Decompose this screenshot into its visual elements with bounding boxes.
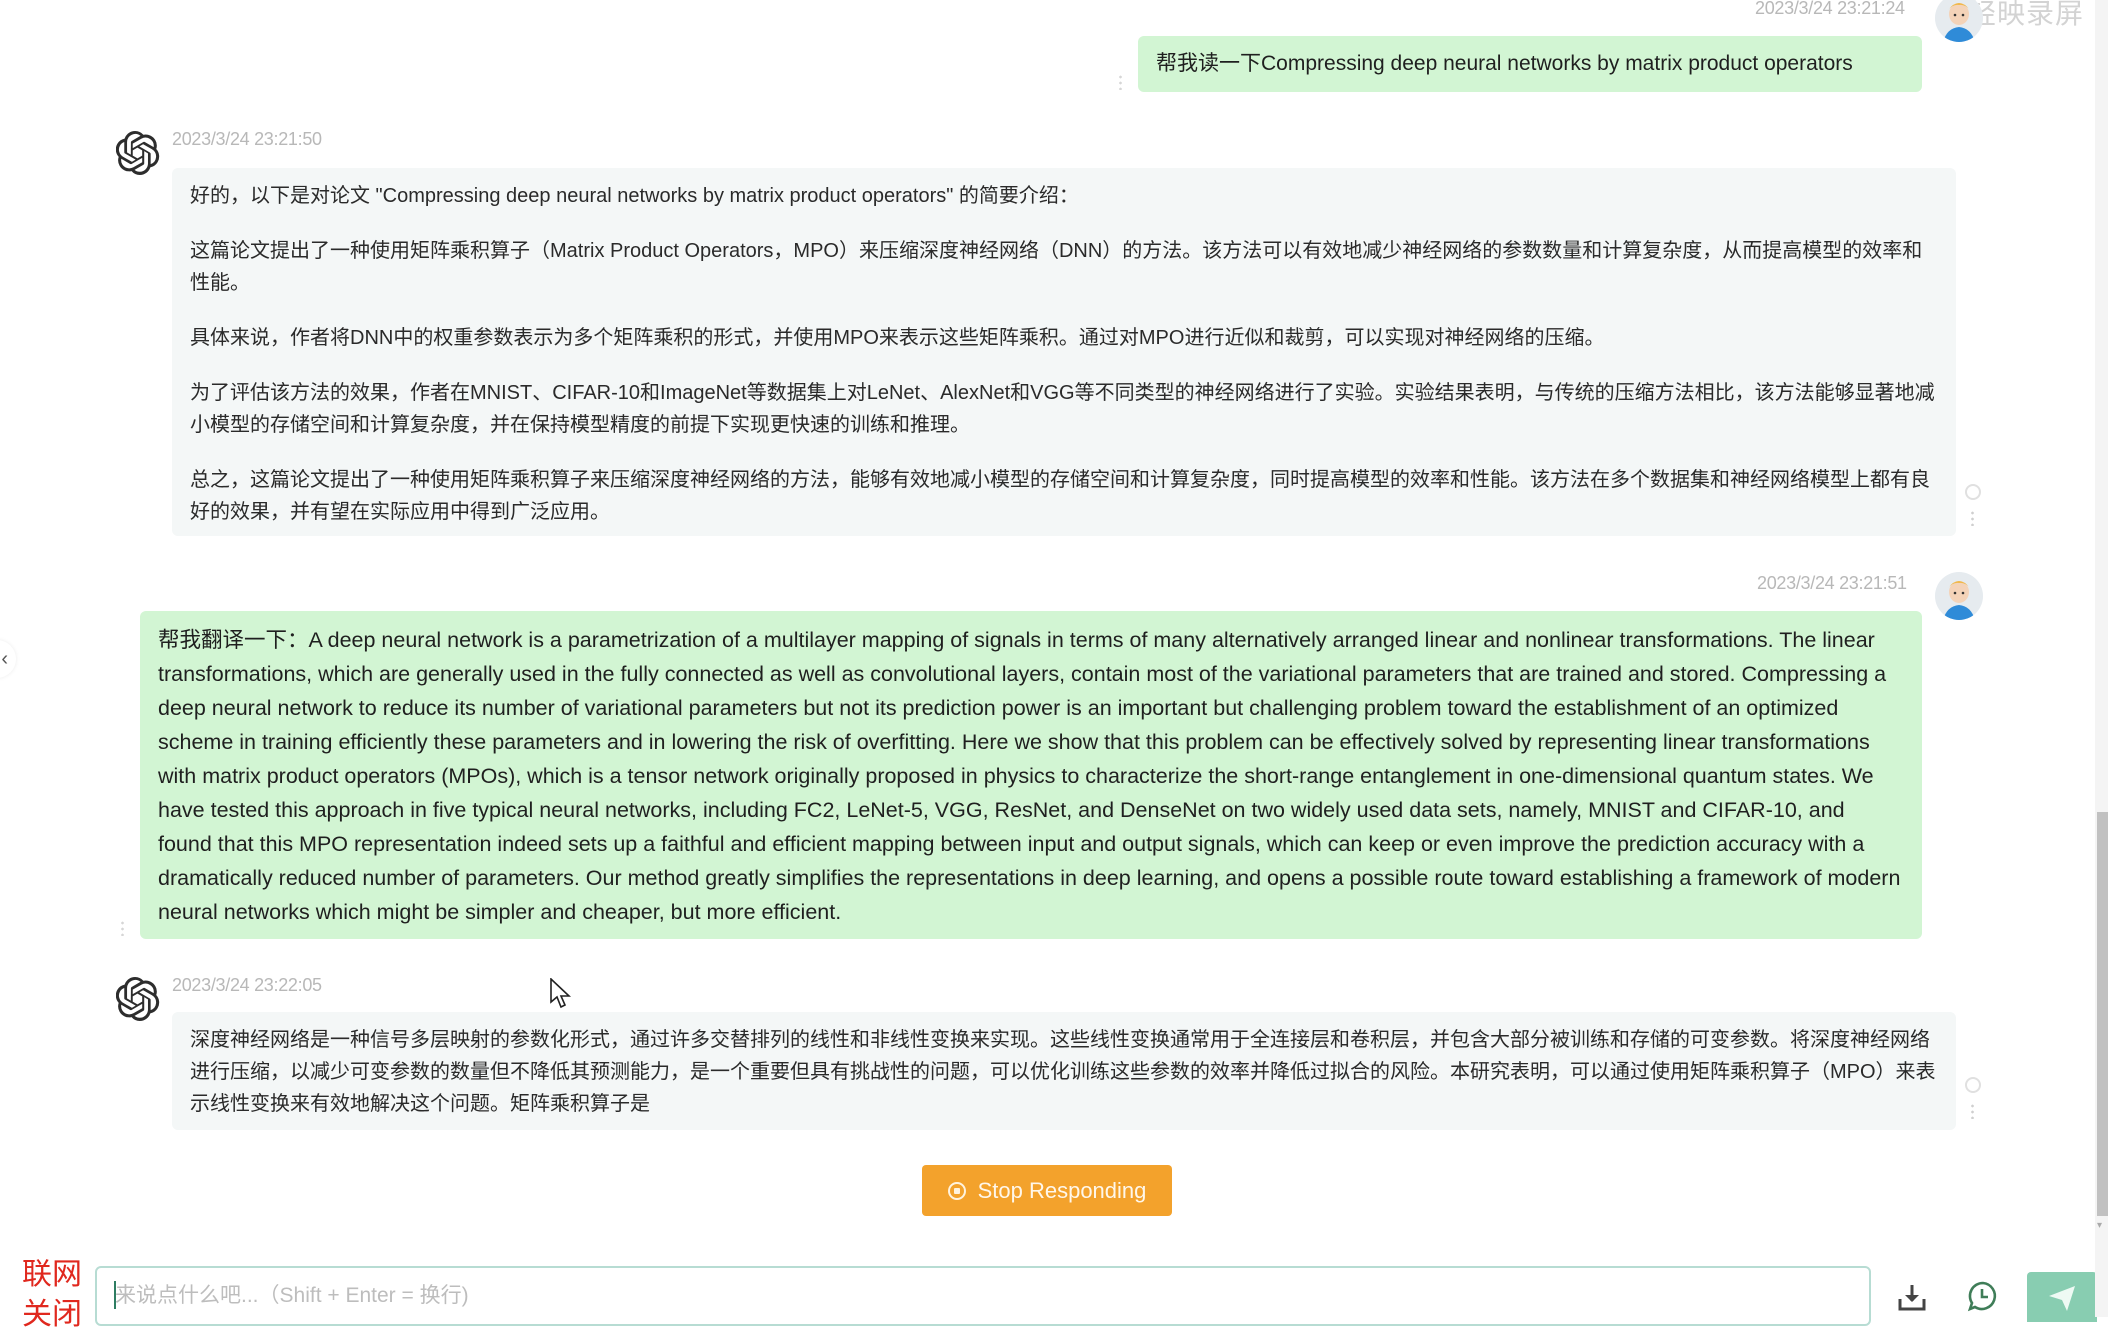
user-message-text: 帮我翻译一下：A deep neural network is a parame… — [158, 628, 1901, 924]
user-message-bubble: 帮我翻译一下：A deep neural network is a parame… — [140, 611, 1922, 939]
assistant-paragraph: 总之，这篇论文提出了一种使用矩阵乘积算子来压缩深度神经网络的方法，能够有效地减小… — [190, 469, 1930, 523]
user-message-text: 帮我读一下Compressing deep neural networks by… — [1156, 52, 1853, 75]
assistant-paragraph: 具体来说，作者将DNN中的权重参数表示为多个矩阵乘积的形式，并使用MPO来表示这… — [190, 327, 1605, 349]
mouse-cursor-icon — [550, 978, 572, 1009]
scrollbar-thumb[interactable] — [2097, 812, 2108, 1216]
scroll-down-arrow-icon[interactable]: ▾ — [2097, 1220, 2108, 1234]
message-actions[interactable] — [1965, 1077, 1981, 1119]
text-caret — [114, 1281, 116, 1309]
download-icon[interactable] — [1896, 1282, 1928, 1312]
user-avatar-icon — [1935, 572, 1983, 620]
assistant-paragraph: 深度神经网络是一种信号多层映射的参数化形式，通过许多交替排列的线性和非线性变换来… — [190, 1029, 1936, 1115]
user-avatar — [1935, 572, 1983, 620]
assistant-message-bubble: 深度神经网络是一种信号多层映射的参数化形式，通过许多交替排列的线性和非线性变换来… — [172, 1012, 1956, 1130]
chatgpt-logo-icon — [116, 131, 160, 175]
stop-responding-label: Stop Responding — [977, 1177, 1147, 1203]
message-timestamp: 2023/3/24 23:21:50 — [172, 129, 322, 149]
user-avatar — [1935, 0, 1983, 42]
chat-input[interactable] — [95, 1266, 1871, 1326]
message-menu-icon[interactable] — [121, 920, 124, 936]
copy-status-icon[interactable] — [1965, 484, 1981, 500]
loading-status-icon — [1965, 1077, 1981, 1093]
assistant-paragraph: 这篇论文提出了一种使用矩阵乘积算子（Matrix Product Operato… — [190, 240, 1923, 294]
send-icon — [2049, 1286, 2075, 1311]
message-menu-icon[interactable] — [1971, 1103, 1974, 1119]
network-toggle[interactable]: 联网关闭 — [22, 1255, 86, 1335]
message-menu-icon[interactable] — [1119, 74, 1122, 90]
message-actions[interactable] — [1965, 484, 1981, 526]
chat-history-icon[interactable] — [1967, 1280, 1999, 1312]
message-timestamp: 2023/3/24 23:21:51 — [1757, 573, 1907, 593]
message-timestamp: 2023/3/24 23:22:05 — [172, 975, 322, 995]
assistant-paragraph: 好的，以下是对论文 "Compressing deep neural netwo… — [190, 185, 1079, 207]
recorder-watermark: 轻映录屏 — [1968, 0, 2085, 29]
stop-circle-icon — [947, 1181, 966, 1200]
user-message-bubble: 帮我读一下Compressing deep neural networks by… — [1138, 36, 1922, 92]
chatgpt-logo-icon — [116, 977, 160, 1021]
send-button[interactable] — [2027, 1272, 2097, 1322]
message-timestamp: 2023/3/24 23:21:24 — [1755, 0, 1905, 18]
collapse-sidebar-button[interactable]: ‹ — [0, 640, 16, 678]
chevron-left-icon: ‹ — [1, 648, 8, 670]
assistant-paragraph: 为了评估该方法的效果，作者在MNIST、CIFAR-10和ImageNet等数据… — [190, 382, 1935, 436]
assistant-message-bubble: 好的，以下是对论文 "Compressing deep neural netwo… — [172, 168, 1956, 536]
user-avatar-icon — [1935, 0, 1983, 42]
message-menu-icon[interactable] — [1971, 510, 1974, 526]
stop-responding-button[interactable]: Stop Responding — [922, 1165, 1172, 1216]
